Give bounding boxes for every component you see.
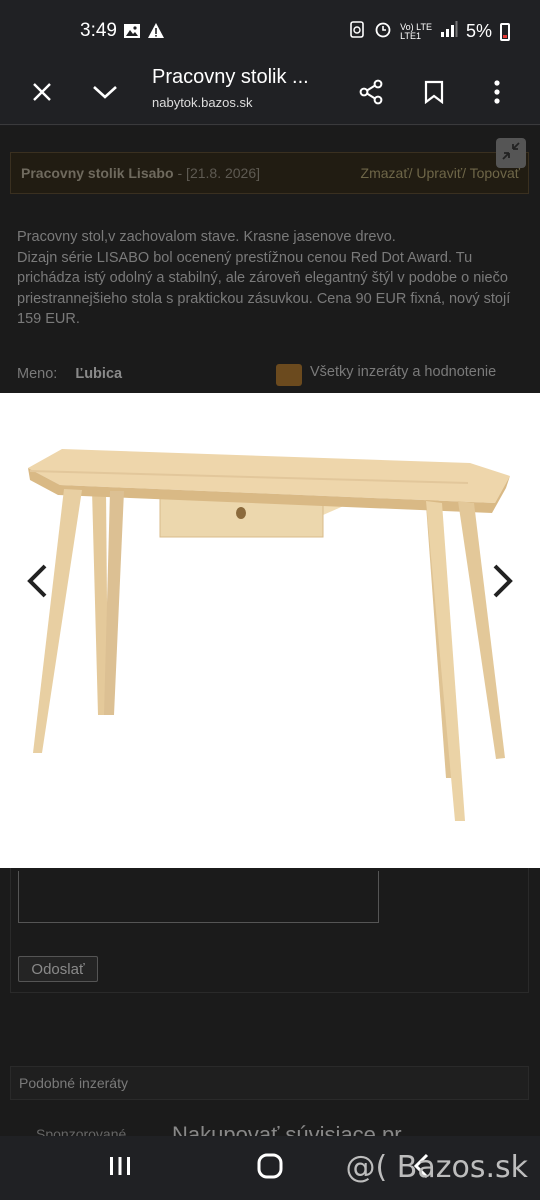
contact-row: Meno: Ľubica — [17, 366, 122, 382]
share-button[interactable] — [351, 74, 391, 114]
share-icon — [358, 79, 384, 110]
watermark: @( Bazos.sk — [345, 1150, 528, 1185]
warning-icon — [147, 22, 165, 45]
chevron-left-icon — [25, 563, 49, 604]
chevron-right-icon — [491, 563, 515, 604]
gallery-icon — [123, 22, 141, 45]
network-label: Vo) LTE LTE1 — [400, 21, 432, 41]
battery-label: 5% — [465, 21, 492, 41]
ad-description: Pracovny stol,v zachovalom stave. Krasne… — [17, 229, 511, 328]
ad-header: Pracovny stolik Lisabo - [21.8. 2026] Zm… — [10, 152, 529, 194]
all-ads-label: Všetky inzeráty a hodnotenie — [310, 364, 497, 380]
ad-actions[interactable]: Zmazať/ Upraviť/ Topovať — [361, 165, 520, 181]
ads-folder-icon — [276, 364, 302, 386]
desk-image — [28, 449, 510, 821]
all-ads-link[interactable]: Všetky inzeráty a hodnotenie — [276, 364, 496, 386]
title-block[interactable]: Pracovny stolik ... nabytok.bazos.sk — [152, 66, 342, 110]
signal-icon — [440, 21, 458, 42]
battery-icon — [500, 22, 510, 41]
message-textarea[interactable] — [18, 871, 379, 923]
close-button[interactable] — [22, 74, 62, 114]
minimize-button[interactable] — [85, 74, 125, 114]
bookmark-icon — [424, 80, 444, 109]
contact-name: Ľubica — [75, 366, 123, 382]
alarm-icon — [374, 20, 392, 43]
image-lightbox — [0, 393, 540, 868]
app-bar: Pracovny stolik ... nabytok.bazos.sk — [0, 64, 540, 125]
bookmark-button[interactable] — [414, 74, 454, 114]
contact-label: Meno: — [17, 366, 58, 382]
home-icon — [257, 1153, 283, 1184]
exit-fullscreen-button[interactable] — [496, 138, 526, 168]
page-url: nabytok.bazos.sk — [152, 95, 253, 110]
chevron-down-icon — [92, 84, 118, 105]
recycle-icon — [348, 20, 366, 43]
page-title: Pracovny stolik ... — [152, 66, 309, 88]
close-icon — [31, 81, 53, 108]
sponsored-title[interactable]: Nakupovať súvisiace pr — [172, 1122, 402, 1136]
home-button[interactable] — [257, 1153, 283, 1184]
status-bar: 3:49 Vo) LTE LTE1 5% — [0, 0, 540, 64]
system-nav-bar: @( Bazos.sk — [0, 1136, 540, 1200]
more-options-button[interactable] — [477, 74, 517, 114]
ad-date: - [21.8. 2026] — [177, 165, 261, 181]
sponsored-label: Sponzorované — [36, 1126, 127, 1136]
recents-button[interactable] — [108, 1154, 132, 1182]
prev-image-button[interactable] — [12, 553, 62, 613]
status-time: 3:49 — [80, 20, 117, 41]
ad-title: Pracovny stolik Lisabo — [21, 165, 174, 181]
recents-icon — [108, 1155, 132, 1182]
next-image-button[interactable] — [478, 553, 528, 613]
similar-ads-header: Podobné inzeráty — [10, 1066, 529, 1100]
collapse-icon — [501, 141, 521, 166]
send-button[interactable]: Odoslať — [18, 956, 98, 982]
more-vertical-icon — [493, 79, 501, 109]
